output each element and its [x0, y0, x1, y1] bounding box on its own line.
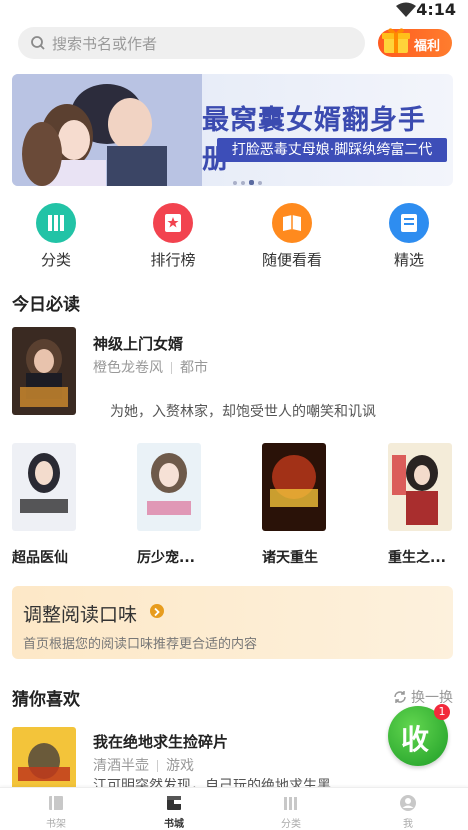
featured-icon — [389, 203, 429, 243]
book-cover — [388, 443, 452, 531]
guess-genre: 游戏 — [166, 758, 194, 774]
gift-icon — [382, 28, 410, 53]
wifi-icon — [396, 2, 416, 17]
meta-divider — [171, 362, 172, 374]
welfare-label: 福利 — [414, 39, 441, 54]
book-card[interactable]: 诸天重生 — [262, 443, 332, 567]
tab-category[interactable]: 分类 — [261, 793, 321, 830]
featured-genre: 都市 — [180, 360, 208, 376]
banner-pager — [233, 170, 266, 186]
guess-title: 我在绝地求生捡碎片 — [93, 733, 229, 751]
refresh-icon — [393, 691, 406, 703]
book-name: 厉少宠... — [137, 550, 195, 566]
featured-meta: 橙色龙卷风 都市 — [93, 357, 208, 377]
guess-header: 猜你喜欢 换一换 — [12, 685, 453, 710]
bottom-tab-bar: 书架 书城 分类 我 — [0, 787, 468, 830]
refresh-label: 换一换 — [411, 690, 453, 706]
tab-me[interactable]: 我 — [378, 793, 438, 830]
welfare-button[interactable]: 福利 — [378, 28, 452, 57]
pager-dot — [258, 181, 262, 185]
tab-label: 我 — [403, 819, 413, 830]
category-books-icon — [281, 793, 301, 813]
guess-meta: 清酒半壶 游戏 — [93, 755, 194, 775]
book-name: 诸天重生 — [262, 550, 318, 566]
browse-icon — [272, 203, 312, 243]
section-title-today: 今日必读 — [12, 295, 80, 315]
featured-title: 神级上门女婿 — [93, 335, 184, 353]
quick-nav-label: 精选 — [393, 251, 424, 269]
guess-author: 清酒半壶 — [93, 758, 149, 774]
book-cover — [262, 443, 326, 531]
quick-nav-category[interactable]: 分类 — [21, 203, 91, 270]
banner-title: 最窝囊女婿翻身手册 — [202, 105, 426, 175]
quick-nav: 分类 排行榜 随便看看 精选 — [0, 203, 468, 273]
quick-nav-browse[interactable]: 随便看看 — [257, 203, 327, 270]
book-row: 超品医仙 厉少宠... 诸天重生 重生之... — [0, 443, 468, 568]
status-bar: 4:14 — [0, 0, 468, 22]
book-card[interactable]: 超品医仙 — [12, 443, 82, 567]
search-icon — [31, 36, 45, 50]
bookstore-icon — [164, 793, 184, 813]
notification-badge: 1 — [434, 704, 450, 720]
chevron-right-icon — [150, 604, 164, 618]
quick-nav-label: 排行榜 — [150, 251, 196, 269]
quick-nav-label: 随便看看 — [261, 251, 322, 269]
book-cover — [12, 443, 76, 531]
book-card[interactable]: 重生之... — [388, 443, 458, 567]
books-icon — [36, 203, 76, 243]
search-placeholder: 搜索书名或作者 — [52, 35, 158, 53]
featured-author: 橙色龙卷风 — [93, 360, 163, 376]
book-card[interactable]: 厉少宠... — [137, 443, 207, 567]
search-input[interactable]: 搜索书名或作者 — [18, 27, 365, 59]
tab-bookstore[interactable]: 书城 — [144, 793, 204, 830]
book-cover — [12, 727, 76, 787]
ranking-icon — [153, 203, 193, 243]
status-time: 4:14 — [416, 0, 456, 19]
featured-book[interactable]: 神级上门女婿 橙色龙卷风 都市 为她，入赘林家，却饱受世人的嘲笑和讥讽 — [12, 327, 457, 420]
guess-description: 江可明突然发现，自己玩的绝地求生黑… — [93, 778, 345, 787]
promo-banner[interactable]: 最窝囊女婿翻身手册 打脸恶毒丈母娘·脚踩纨绔富二代 — [12, 74, 453, 186]
quick-nav-label: 分类 — [40, 251, 71, 269]
quick-nav-featured[interactable]: 精选 — [374, 203, 444, 270]
bookshelf-icon — [46, 793, 66, 813]
search-row: 搜索书名或作者 福利 — [0, 27, 468, 61]
tab-bookshelf[interactable]: 书架 — [26, 793, 86, 830]
featured-description: 为她，入赘林家，却饱受世人的嘲笑和讥讽 — [110, 404, 376, 420]
tab-label: 分类 — [281, 819, 301, 830]
tab-label: 书架 — [46, 819, 66, 830]
book-name: 重生之... — [388, 550, 446, 566]
pager-dot — [233, 181, 237, 185]
taste-description: 首页根据您的阅读口味推荐更合适的内容 — [23, 637, 258, 652]
pager-dot — [241, 181, 245, 185]
section-title-guess: 猜你喜欢 — [12, 690, 80, 710]
collect-button[interactable]: 收 1 — [388, 704, 450, 766]
collect-label: 收 — [401, 723, 430, 756]
meta-divider — [157, 760, 158, 772]
banner-illustration — [12, 74, 202, 186]
reading-taste-card[interactable]: 调整阅读口味 首页根据您的阅读口味推荐更合适的内容 — [12, 586, 453, 659]
taste-title: 调整阅读口味 — [23, 604, 138, 626]
pager-dot-active — [249, 180, 254, 185]
quick-nav-ranking[interactable]: 排行榜 — [138, 203, 208, 270]
user-icon — [398, 793, 418, 813]
tab-label: 书城 — [164, 819, 184, 830]
book-cover — [12, 327, 76, 415]
book-name: 超品医仙 — [12, 550, 68, 566]
banner-subtitle: 打脸恶毒丈母娘·脚踩纨绔富二代 — [217, 138, 447, 162]
book-cover — [137, 443, 201, 531]
